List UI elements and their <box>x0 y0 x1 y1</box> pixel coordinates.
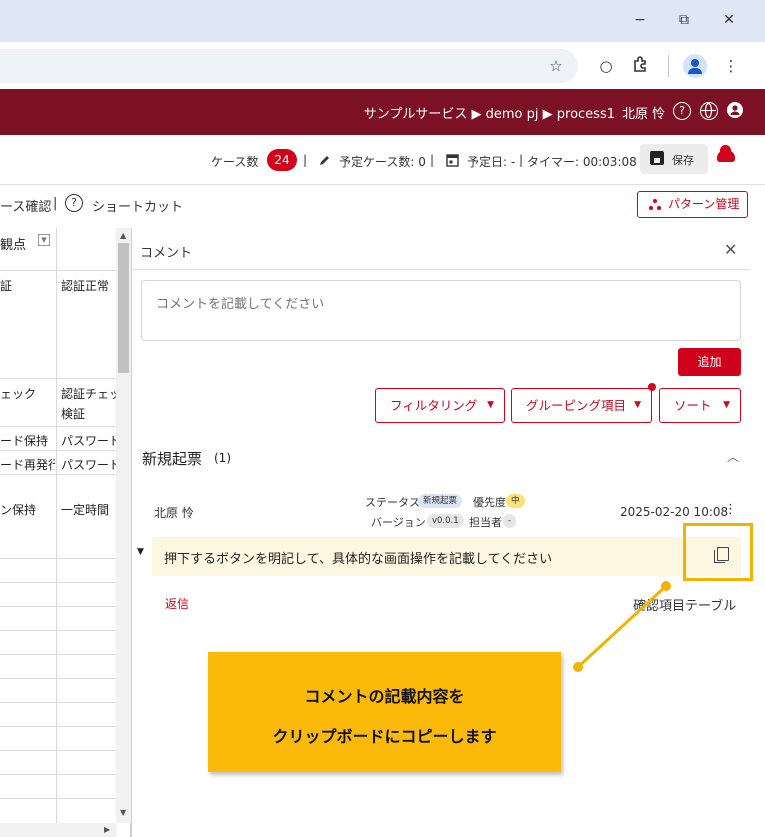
callout-line-1: コメントの記載内容を <box>304 687 465 706</box>
callout-box: コメントの記載内容を クリップボードにコピーします <box>208 652 561 772</box>
callout-line-2: クリップボードにコピーします <box>272 727 497 746</box>
